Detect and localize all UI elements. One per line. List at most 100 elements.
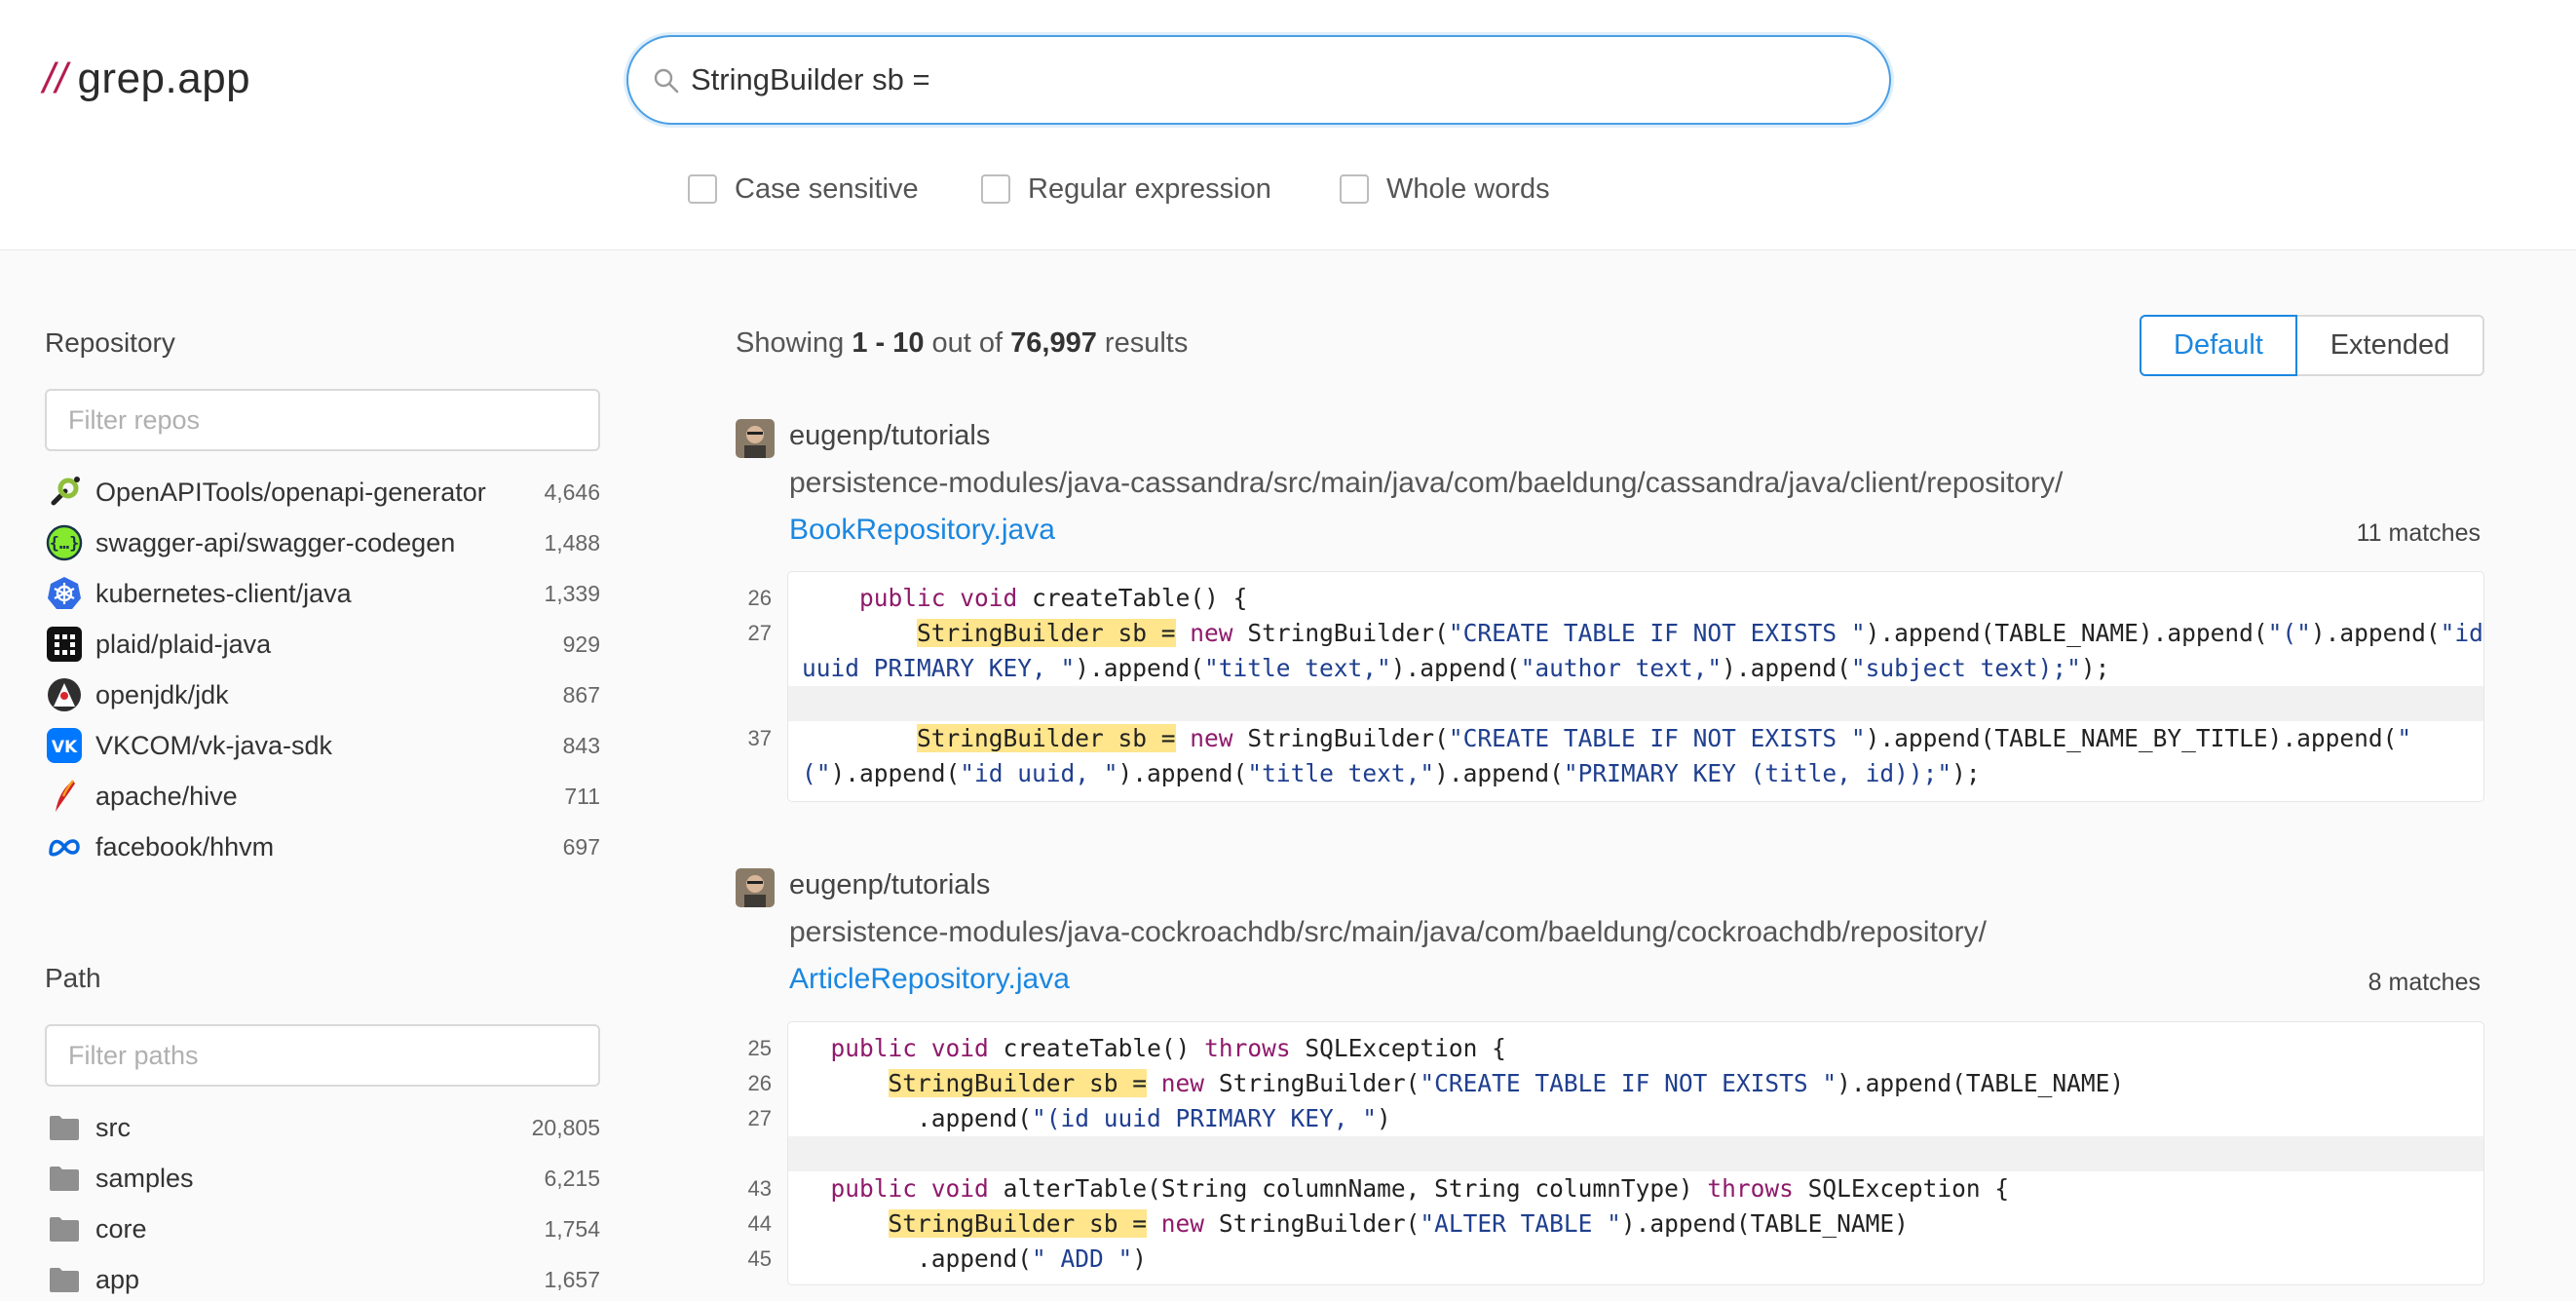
kubernetes-logo-icon (45, 574, 84, 613)
repo-item-label: swagger-api/swagger-codegen (95, 527, 456, 557)
path-item-count: 1,657 (544, 1266, 600, 1292)
path-item-samples[interactable]: samples 6,215 (45, 1157, 600, 1200)
avatar (736, 419, 775, 458)
repository-heading: Repository (45, 327, 175, 358)
search-input[interactable] (691, 57, 1840, 103)
repo-item-count: 697 (562, 833, 600, 860)
folder-icon (45, 1108, 84, 1147)
results-range: 1 - 10 (852, 327, 925, 359)
results-summary: Showing 1 - 10 out of 76,997 results (736, 327, 1188, 360)
code-gap (788, 1136, 2483, 1171)
code-gap (788, 686, 2483, 721)
result-match-count: 11 matches (2356, 519, 2481, 547)
logo-slash: // (43, 55, 68, 102)
line-number[interactable]: 37 (733, 721, 772, 756)
path-item-count: 6,215 (544, 1165, 600, 1191)
filter-repos-input[interactable] (45, 389, 600, 451)
regular-expression-label: Regular expression (1028, 172, 1271, 205)
result-file-path[interactable]: persistence-modules/java-cockroachdb/src… (789, 916, 1987, 949)
extended-view-button[interactable]: Extended (2297, 315, 2484, 376)
svg-text:{…}: {…} (50, 534, 80, 554)
whole-words-option[interactable]: Whole words (1340, 170, 1550, 209)
results-suffix: results (1096, 327, 1189, 359)
path-item-label: src (95, 1112, 131, 1142)
repo-item-facebook-hhvm[interactable]: facebook/hhvm 697 (45, 825, 600, 868)
line-number[interactable]: 27 (733, 1101, 772, 1136)
regular-expression-option[interactable]: Regular expression (981, 170, 1271, 209)
repo-item-label: apache/hive (95, 781, 238, 811)
regular-expression-checkbox[interactable] (981, 174, 1010, 204)
path-item-app[interactable]: app 1,657 (45, 1258, 600, 1301)
path-item-core[interactable]: core 1,754 (45, 1207, 600, 1250)
code-line: public void createTable() throws SQLExce… (830, 1034, 1506, 1062)
avatar (736, 868, 775, 907)
repo-item-openjdk[interactable]: openjdk/jdk 867 (45, 673, 600, 716)
result-match-count: 8 matches (2368, 969, 2481, 996)
code-line: public void alterTable(String columnName… (830, 1174, 2010, 1203)
result-file-path[interactable]: persistence-modules/java-cassandra/src/m… (789, 467, 2063, 500)
case-sensitive-checkbox[interactable] (688, 174, 717, 204)
whole-words-checkbox[interactable] (1340, 174, 1369, 204)
meta-logo-icon (45, 827, 84, 866)
out-of-text: out of (924, 327, 1011, 359)
openapi-generator-logo-icon (45, 473, 84, 512)
search-box[interactable] (626, 35, 1891, 125)
repo-item-label: OpenAPITools/openapi-generator (95, 477, 486, 507)
path-item-count: 1,754 (544, 1215, 600, 1242)
search-icon (654, 68, 679, 94)
results-total: 76,997 (1010, 327, 1097, 359)
vk-logo-icon: VK (45, 726, 84, 765)
repo-item-label: openjdk/jdk (95, 679, 229, 709)
repo-item-count: 929 (562, 631, 600, 657)
line-number[interactable]: 25 (733, 1031, 772, 1066)
code-line: StringBuilder sb = new StringBuilder("AL… (888, 1209, 1909, 1238)
code-line: StringBuilder sb = new StringBuilder("CR… (917, 724, 2412, 752)
view-toggle: Default Extended (2140, 315, 2484, 376)
case-sensitive-option[interactable]: Case sensitive (688, 170, 919, 209)
repo-item-count: 843 (562, 732, 600, 758)
repo-item-count: 867 (562, 681, 600, 708)
openjdk-duke-logo-icon (45, 675, 84, 714)
logo-name: grep.app (77, 55, 251, 102)
code-line: public void createTable() { (859, 584, 1248, 612)
path-heading: Path (45, 963, 101, 993)
line-number[interactable]: 26 (733, 581, 772, 616)
path-item-src[interactable]: src 20,805 (45, 1106, 600, 1149)
result-repo-name[interactable]: eugenp/tutorials (789, 869, 990, 901)
line-number[interactable]: 27 (733, 616, 772, 651)
repo-item-vk-java-sdk[interactable]: VK VKCOM/vk-java-sdk 843 (45, 724, 600, 767)
code-line: StringBuilder sb = new StringBuilder("CR… (917, 619, 2483, 647)
repo-item-kubernetes-client[interactable]: kubernetes-client/java 1,339 (45, 572, 600, 615)
swagger-logo-icon: {…} (45, 523, 84, 562)
path-item-label: app (95, 1264, 140, 1294)
line-number[interactable]: 43 (733, 1171, 772, 1206)
code-line: .append(" ADD ") (802, 1244, 1148, 1273)
code-line: .append("(id uuid PRIMARY KEY, ") (802, 1104, 1391, 1132)
repo-item-count: 4,646 (544, 478, 600, 505)
logo[interactable]: //grep.app (43, 55, 250, 103)
line-number[interactable]: 26 (733, 1066, 772, 1101)
repo-item-label: plaid/plaid-java (95, 629, 272, 659)
code-line: (").append("id uuid, ").append("title te… (802, 759, 1981, 787)
line-number[interactable]: 45 (733, 1242, 772, 1277)
result-repo-name[interactable]: eugenp/tutorials (789, 420, 990, 452)
code-snippet: public void createTable() { StringBuilde… (787, 571, 2484, 802)
repo-item-label: facebook/hhvm (95, 831, 275, 861)
repo-item-plaid-java[interactable]: plaid/plaid-java 929 (45, 623, 600, 666)
repo-item-label: kubernetes-client/java (95, 578, 352, 608)
folder-icon (45, 1260, 84, 1299)
path-item-label: samples (95, 1163, 194, 1193)
result-file-link[interactable]: ArticleRepository.java (789, 963, 1070, 996)
default-view-button[interactable]: Default (2140, 315, 2297, 376)
result-file-link[interactable]: BookRepository.java (789, 514, 1055, 547)
line-number[interactable]: 44 (733, 1206, 772, 1242)
repo-item-swagger-codegen[interactable]: {…} swagger-api/swagger-codegen 1,488 (45, 521, 600, 564)
apache-feather-logo-icon (45, 777, 84, 816)
repo-item-apache-hive[interactable]: apache/hive 711 (45, 775, 600, 818)
path-item-label: core (95, 1213, 147, 1244)
repo-item-label: VKCOM/vk-java-sdk (95, 730, 333, 760)
path-item-count: 20,805 (531, 1114, 600, 1140)
code-line: uuid PRIMARY KEY, ").append("title text,… (802, 654, 2110, 682)
repo-item-openapi-generator[interactable]: OpenAPITools/openapi-generator 4,646 (45, 471, 600, 514)
filter-paths-input[interactable] (45, 1024, 600, 1087)
